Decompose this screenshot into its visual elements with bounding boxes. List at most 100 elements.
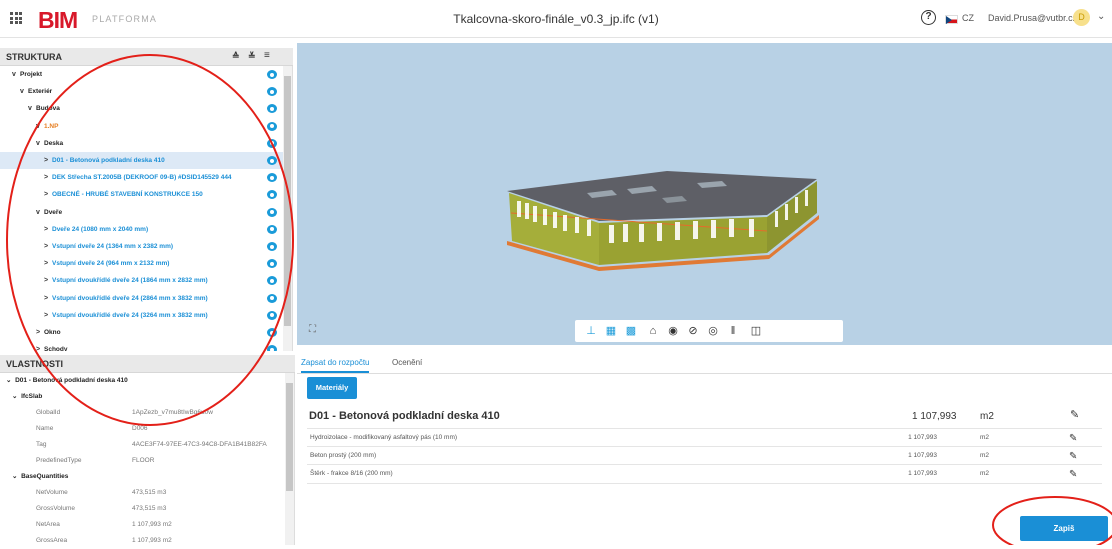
hide-icon[interactable]: ⊘ — [687, 325, 699, 337]
home-icon[interactable]: ⌂ — [647, 325, 659, 337]
tab-zapsat-do-rozpoctu[interactable]: Zapsat do rozpočtu — [301, 358, 370, 373]
chevron-right-icon[interactable]: > — [36, 324, 44, 341]
eye-icon[interactable] — [267, 104, 277, 114]
chevron-down-icon[interactable]: v — [36, 135, 44, 152]
filter-icon[interactable]: ≡ — [264, 50, 270, 61]
eye-icon[interactable] — [267, 224, 277, 234]
chevron-down-icon[interactable]: v — [20, 83, 28, 100]
tree-item[interactable]: v Dveře — [0, 204, 285, 221]
tree-item[interactable]: > Dveře 24 (1080 mm x 2040 mm) — [0, 221, 285, 238]
tree-item[interactable]: v Projekt — [0, 66, 285, 83]
chevron-right-icon[interactable]: > — [44, 290, 52, 307]
property-group-basequantities[interactable]: ⌄ BaseQuantities — [0, 469, 285, 485]
scrollbar-thumb[interactable] — [284, 76, 291, 326]
chevron-right-icon[interactable]: > — [44, 186, 52, 203]
eye-icon[interactable] — [267, 173, 277, 183]
building-model[interactable] — [297, 43, 1112, 345]
eye-icon[interactable] — [267, 345, 277, 351]
tree-item[interactable]: > Vstupní dvoukřídlé dveře 24 (3264 mm x … — [0, 307, 285, 324]
eye-icon[interactable] — [267, 293, 277, 303]
eye-icon[interactable] — [267, 242, 277, 251]
tree-item[interactable]: > Vstupní dvoukřídlé dveře 24 (1864 mm x … — [0, 272, 285, 289]
eye-icon[interactable]: ◉ — [667, 325, 679, 337]
group-label: BaseQuantities — [21, 473, 69, 480]
submit-button[interactable]: Zapiš — [1020, 516, 1108, 541]
tree-item[interactable]: > Vstupní dveře 24 (1364 mm x 2382 mm) — [0, 238, 285, 255]
table-icon[interactable]: ▦ — [605, 325, 617, 337]
chevron-right-icon[interactable]: > — [44, 152, 52, 169]
eye-icon[interactable] — [267, 328, 277, 337]
chevron-right-icon[interactable]: > — [44, 169, 52, 186]
fullscreen-icon[interactable]: ⛶ — [309, 324, 316, 335]
language-selector[interactable]: CZ — [962, 13, 974, 23]
property-value: D006 — [132, 425, 148, 432]
tree-item[interactable]: v Deska — [0, 135, 285, 152]
collapse-all-icon[interactable]: ≙ — [232, 51, 240, 62]
eye-icon[interactable] — [267, 87, 277, 97]
tree-item[interactable]: > Vstupní dvoukřídlé dveře 24 (2864 mm x … — [0, 290, 285, 307]
grid-view-icon[interactable]: ▩ — [625, 325, 637, 337]
czech-flag-icon[interactable] — [945, 15, 958, 24]
chevron-down-icon[interactable]: v — [12, 66, 20, 83]
eye-icon[interactable] — [267, 207, 277, 217]
chevron-right-icon[interactable]: > — [44, 238, 52, 255]
eye-icon[interactable] — [267, 70, 277, 79]
tab-oceneni[interactable]: Ocenění — [392, 358, 422, 367]
avatar[interactable]: D — [1073, 9, 1090, 26]
eye-icon[interactable] — [267, 190, 277, 200]
user-email[interactable]: David.Prusa@vutbr.cz — [988, 13, 1077, 23]
tree-item[interactable]: v 1.NP — [0, 118, 285, 135]
tree-item-label: Exteriér — [28, 88, 53, 96]
property-value: 473,515 m3 — [132, 505, 167, 512]
material-name: Beton prostý (200 mm) — [310, 452, 377, 459]
tree-item[interactable]: v Budova — [0, 100, 285, 117]
eye-icon[interactable] — [267, 276, 277, 286]
edit-pencil-icon[interactable]: ✎ — [1070, 408, 1079, 421]
chevron-right-icon[interactable]: > — [44, 307, 52, 324]
axis-icon[interactable]: ⊥ — [585, 325, 597, 337]
door-icon[interactable]: ◫ — [750, 325, 762, 337]
bom-divider — [307, 483, 1102, 484]
eye-icon[interactable] — [267, 121, 277, 131]
help-icon[interactable]: ? — [921, 10, 936, 25]
tree-item[interactable]: > Okno — [0, 324, 285, 341]
expand-all-icon[interactable]: ≚ — [248, 51, 256, 62]
properties-scrollbar[interactable] — [285, 373, 294, 545]
chevron-right-icon[interactable]: > — [44, 221, 52, 238]
tree-item-label: Projekt — [20, 71, 43, 78]
bom-total: 1 107,993 — [912, 411, 957, 422]
tree-item-label: Vstupní dvoukřídlé dveře 24 (1864 mm x 2… — [52, 277, 208, 285]
edit-pencil-icon[interactable]: ✎ — [1069, 448, 1077, 465]
tree-item[interactable]: > Vstupní dveře 24 (964 mm x 2132 mm) — [0, 255, 285, 272]
chevron-right-icon[interactable]: > — [44, 272, 52, 289]
tree-item[interactable]: > OBECNÉ - HRUBÉ STAVEBNÍ KONSTRUKCE 150 — [0, 186, 285, 203]
chevron-down-icon[interactable]: v — [28, 100, 36, 117]
scrollbar-thumb[interactable] — [286, 383, 293, 491]
chevron-down-icon[interactable]: v — [36, 204, 44, 221]
material-quantity: 1 107,993 — [908, 452, 937, 459]
eye-icon[interactable] — [267, 259, 277, 269]
tree-item[interactable]: v Exteriér — [0, 83, 285, 100]
section-icon[interactable]: ‖ — [727, 325, 739, 337]
structure-scrollbar[interactable] — [283, 66, 292, 351]
tree-item[interactable]: > Schody — [0, 341, 285, 351]
chevron-right-icon[interactable]: > — [36, 341, 44, 351]
property-row: NetArea 1 107,993 m2 — [0, 517, 285, 533]
chevron-down-icon[interactable]: ⌄ — [1097, 11, 1105, 22]
property-row: Tag 4ACE3F74-97EE-47C3-94C8-DFA1B41B82FA — [0, 437, 285, 453]
property-element-name[interactable]: ⌄ D01 - Betonová podkladní deska 410 — [0, 373, 285, 389]
tree-item[interactable]: > DEK Střecha ST.2005B (DEKROOF 09-B) #DS… — [0, 169, 285, 186]
chevron-down-icon[interactable]: v — [36, 118, 44, 135]
tree-item-label: DEK Střecha ST.2005B (DEKROOF 09-B) #DSI… — [52, 174, 232, 182]
chevron-right-icon[interactable]: > — [44, 255, 52, 272]
isolate-icon[interactable]: ◎ — [707, 325, 719, 337]
property-group-ifcslab[interactable]: ⌄ IfcSlab — [0, 389, 285, 405]
3d-viewer[interactable]: ⛶ ⊥ ▦ ▩ ⌂ ◉ ⊘ ◎ ‖ ◫ — [297, 43, 1112, 345]
tree-item[interactable]: > D01 - Betonová podkladní deska 410 — [0, 152, 285, 169]
edit-pencil-icon[interactable]: ✎ — [1069, 430, 1077, 447]
eye-icon[interactable] — [267, 156, 277, 165]
edit-pencil-icon[interactable]: ✎ — [1069, 466, 1077, 483]
eye-icon[interactable] — [267, 138, 277, 148]
materials-button[interactable]: Materiály — [307, 377, 357, 399]
eye-icon[interactable] — [267, 310, 277, 320]
